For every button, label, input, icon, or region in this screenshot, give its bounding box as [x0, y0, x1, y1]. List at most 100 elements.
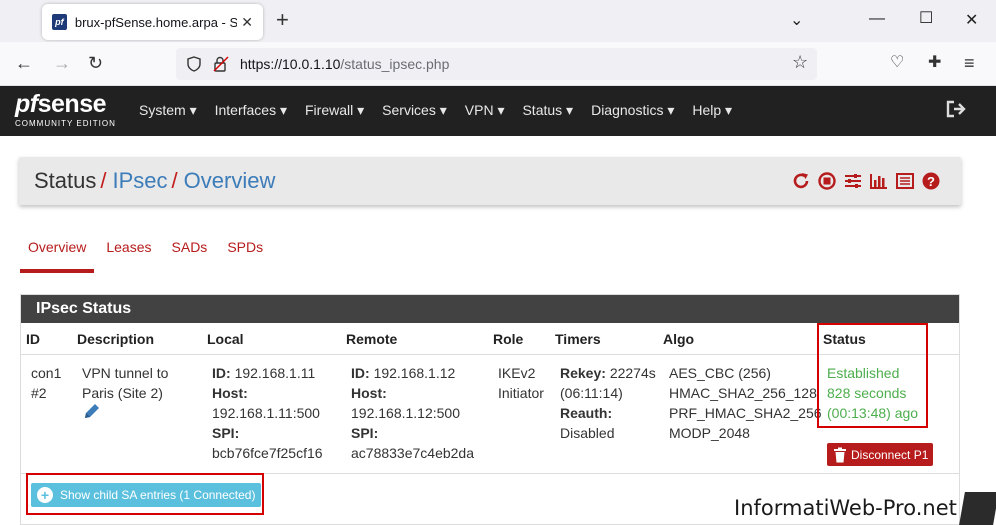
reauth-label: Reauth:: [560, 405, 613, 421]
local-host-value: 192.168.1.11:500: [212, 405, 320, 421]
browser-tab[interactable]: pf brux-pfSense.home.arpa - Status: IPse…: [42, 4, 263, 40]
breadcrumb-status: Status: [34, 168, 97, 193]
column-header-timers: Timers: [555, 331, 601, 347]
svg-text:?: ?: [927, 174, 935, 189]
column-header-local: Local: [207, 331, 244, 347]
cell-algo: AES_CBC (256) HMAC_SHA2_256_128 PRF_HMAC…: [669, 363, 822, 443]
shield-icon[interactable]: [186, 56, 202, 72]
tab-sads[interactable]: SADs: [164, 239, 216, 273]
breadcrumb-overview-link[interactable]: Overview: [184, 168, 276, 193]
status-highlight-box: [817, 323, 928, 428]
cell-remote: ID: 192.168.1.12 Host: 192.168.1.12:500 …: [351, 363, 474, 463]
remote-id-label: ID:: [351, 365, 370, 381]
menu-help[interactable]: Help ▾: [692, 102, 732, 119]
back-icon[interactable]: ←: [15, 54, 33, 72]
log-list-icon[interactable]: [895, 171, 915, 191]
cell-id: con1 #2: [31, 363, 61, 403]
connection-name: con1: [31, 365, 62, 381]
ipsec-status-panel: IPsec Status ID Description Local Remote…: [20, 294, 960, 525]
url-path: /status_ipsec.php: [340, 56, 450, 72]
new-tab-icon[interactable]: +: [276, 9, 289, 31]
lock-warning-icon[interactable]: [212, 55, 230, 73]
browser-nav-bar: ← → ↻ https://10.0.1.10/status_ipsec.php…: [0, 42, 996, 86]
panel-title: IPsec Status: [21, 295, 959, 323]
pfsense-logo[interactable]: pfsense COMMUNITY EDITION: [15, 90, 116, 129]
remote-spi-value: ac78833e7c4eb2da: [351, 445, 475, 461]
algo-dh-group: MODP_2048: [669, 425, 750, 441]
disconnect-p1-button[interactable]: Disconnect P1: [827, 443, 933, 466]
watermark-logo-corner: [959, 492, 996, 525]
address-bar[interactable]: https://10.0.1.10/status_ipsec.php ☆: [176, 48, 817, 80]
bar-chart-icon[interactable]: [869, 171, 889, 191]
app-menu-icon[interactable]: ≡: [964, 54, 975, 72]
column-header-role: Role: [493, 331, 524, 347]
reauth-value: Disabled: [560, 425, 615, 441]
url-host: https://10.0.1.10: [240, 56, 341, 72]
tab-close-icon[interactable]: ✕: [241, 14, 253, 31]
menu-status[interactable]: Status ▾: [522, 102, 573, 119]
extensions-icon[interactable]: ✚: [928, 54, 941, 72]
tab-leases[interactable]: Leases: [98, 239, 159, 273]
help-icon[interactable]: ?: [921, 171, 941, 191]
role-protocol: IKEv2: [498, 365, 536, 381]
cell-timers: Rekey: 22274s (06:11:14) Reauth: Disable…: [560, 363, 656, 443]
minimize-icon[interactable]: —: [869, 10, 885, 28]
close-window-icon[interactable]: ✕: [965, 10, 978, 30]
remote-id-value: 192.168.1.12: [373, 365, 456, 381]
menu-system[interactable]: System ▾: [139, 102, 197, 119]
rekey-label: Rekey:: [560, 365, 606, 381]
cell-role: IKEv2 Initiator: [498, 363, 544, 403]
breadcrumb-actions: ?: [791, 171, 941, 191]
sliders-icon[interactable]: [843, 171, 863, 191]
local-host-label: Host:: [212, 385, 248, 401]
algo-encryption: AES_CBC (256): [669, 365, 771, 381]
tab-title: brux-pfSense.home.arpa - Status: IPsec: …: [74, 14, 238, 30]
pfsense-favicon-icon: pf: [52, 14, 67, 30]
reload-icon[interactable]: ↻: [88, 54, 103, 72]
cell-description: VPN tunnel to Paris (Site 2): [82, 363, 168, 403]
forward-icon[interactable]: →: [53, 54, 71, 72]
tab-list-chevron-icon[interactable]: ⌄: [790, 10, 803, 30]
edit-pencil-icon[interactable]: [82, 401, 102, 421]
logo-subtitle: COMMUNITY EDITION: [15, 119, 116, 128]
algo-integrity: HMAC_SHA2_256_128: [669, 385, 817, 401]
column-header-remote: Remote: [346, 331, 398, 347]
pocket-icon[interactable]: ♡: [890, 54, 904, 72]
refresh-icon[interactable]: [791, 171, 811, 191]
logout-icon[interactable]: [946, 100, 966, 118]
column-header-algo: Algo: [663, 331, 695, 347]
algo-prf: PRF_HMAC_SHA2_256: [669, 405, 822, 421]
remote-host-label: Host:: [351, 385, 387, 401]
description-line: Paris (Site 2): [82, 385, 163, 401]
local-id-label: ID:: [212, 365, 231, 381]
column-header-description: Description: [77, 331, 155, 347]
breadcrumb: Status / IPsec / Overview ?: [19, 157, 961, 205]
remote-host-value: 192.168.1.12:500: [351, 405, 460, 421]
stop-icon[interactable]: [817, 171, 837, 191]
watermark: InformatiWeb-Pro.net: [734, 496, 957, 520]
menu-diagnostics[interactable]: Diagnostics ▾: [591, 102, 674, 119]
menu-services[interactable]: Services ▾: [382, 102, 447, 119]
rekey-value: 22274s: [609, 365, 656, 381]
description-line: VPN tunnel to: [82, 365, 169, 381]
connection-number: #2: [31, 385, 47, 401]
main-menu: System ▾ Interfaces ▾ Firewall ▾ Service…: [139, 102, 750, 119]
rekey-time: (06:11:14): [560, 385, 623, 401]
menu-vpn[interactable]: VPN ▾: [465, 102, 505, 119]
tab-spds[interactable]: SPDs: [219, 239, 271, 273]
bookmark-star-icon[interactable]: ☆: [792, 52, 808, 73]
trash-icon: [834, 447, 846, 462]
pfsense-header: pfsense COMMUNITY EDITION System ▾ Inter…: [0, 86, 996, 136]
breadcrumb-separator: /: [171, 168, 178, 193]
disconnect-p1-label: Disconnect P1: [851, 447, 929, 462]
breadcrumb-ipsec-link[interactable]: IPsec: [113, 168, 168, 193]
cell-local: ID: 192.168.1.11 Host: 192.168.1.11:500 …: [212, 363, 323, 463]
maximize-icon[interactable]: ☐: [919, 8, 933, 28]
menu-firewall[interactable]: Firewall ▾: [305, 102, 364, 119]
local-id-value: 192.168.1.11: [234, 365, 316, 381]
url-text: https://10.0.1.10/status_ipsec.php: [240, 56, 449, 72]
menu-interfaces[interactable]: Interfaces ▾: [215, 102, 287, 119]
local-spi-label: SPI:: [212, 425, 240, 441]
page-title: Status / IPsec / Overview: [34, 168, 275, 194]
tab-overview[interactable]: Overview: [20, 239, 95, 273]
